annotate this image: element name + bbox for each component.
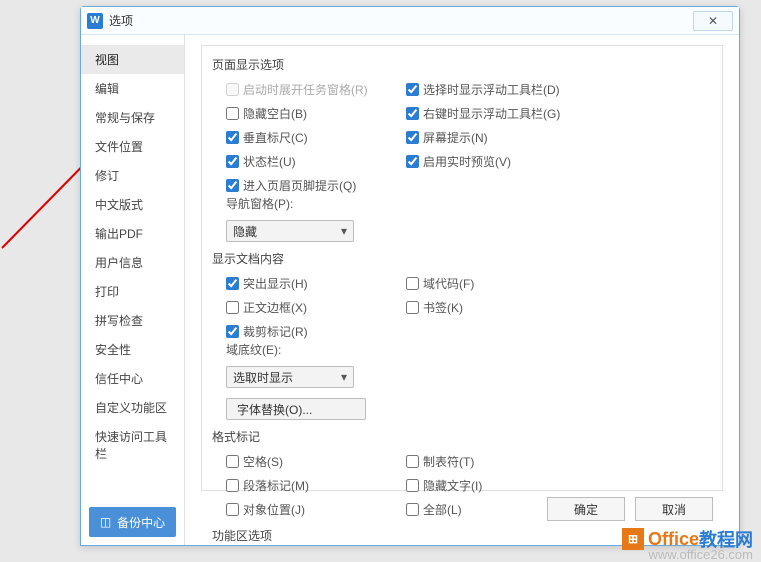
chk-sel-float-toolbar[interactable]: 选择时显示浮动工具栏(D) <box>406 79 576 99</box>
ok-button[interactable]: 确定 <box>547 497 625 521</box>
titlebar: W 选项 ✕ <box>81 7 739 35</box>
chk-space[interactable]: 空格(S) <box>226 451 406 471</box>
backup-label: 备份中心 <box>117 514 165 531</box>
options-main: 页面显示选项 启动时展开任务窗格(R) 隐藏空白(B) 垂直标尺(C) 状态栏(… <box>185 35 739 545</box>
section-doc-content: 显示文档内容 <box>212 250 712 267</box>
chk-bookmark[interactable]: 书签(K) <box>406 297 576 317</box>
font-replace-button[interactable]: 字体替换(O)... <box>226 398 366 420</box>
sidebar-item-spellcheck[interactable]: 拼写检查 <box>81 306 184 335</box>
options-dialog: W 选项 ✕ 视图 编辑 常规与保存 文件位置 修订 中文版式 输出PDF 用户… <box>80 6 740 546</box>
close-icon: ✕ <box>708 14 718 28</box>
sidebar-item-view[interactable]: 视图 <box>81 45 184 74</box>
watermark-icon: ⊞ <box>622 528 644 550</box>
cancel-button[interactable]: 取消 <box>635 497 713 521</box>
sidebar-item-security[interactable]: 安全性 <box>81 335 184 364</box>
chk-startup-taskpane[interactable]: 启动时展开任务窗格(R) <box>226 79 406 99</box>
backup-center-button[interactable]: ◫ 备份中心 <box>89 507 176 537</box>
chk-paragraph[interactable]: 段落标记(M) <box>226 475 406 495</box>
chk-status-bar[interactable]: 状态栏(U) <box>226 151 406 171</box>
chk-highlight[interactable]: 突出显示(H) <box>226 273 406 293</box>
window-title: 选项 <box>109 12 693 29</box>
sidebar-item-qat[interactable]: 快速访问工具栏 <box>81 422 184 468</box>
field-shade-label: 域底纹(E): <box>226 341 366 358</box>
field-shade-select[interactable]: 选取时显示 <box>226 366 354 388</box>
chk-tab[interactable]: 制表符(T) <box>406 451 576 471</box>
chk-vertical-ruler[interactable]: 垂直标尺(C) <box>226 127 406 147</box>
chk-text-border[interactable]: 正文边框(X) <box>226 297 406 317</box>
options-panel: 页面显示选项 启动时展开任务窗格(R) 隐藏空白(B) 垂直标尺(C) 状态栏(… <box>201 45 723 491</box>
sidebar-item-export-pdf[interactable]: 输出PDF <box>81 219 184 248</box>
close-button[interactable]: ✕ <box>693 11 733 31</box>
sidebar-item-user-info[interactable]: 用户信息 <box>81 248 184 277</box>
chk-hide-blank[interactable]: 隐藏空白(B) <box>226 103 406 123</box>
chk-header-footer-hint[interactable]: 进入页眉页脚提示(Q) <box>226 175 406 195</box>
sidebar-item-file-location[interactable]: 文件位置 <box>81 132 184 161</box>
sidebar-item-general-save[interactable]: 常规与保存 <box>81 103 184 132</box>
sidebar-item-cn-layout[interactable]: 中文版式 <box>81 190 184 219</box>
chk-live-preview[interactable]: 启用实时预览(V) <box>406 151 576 171</box>
chk-field-code[interactable]: 域代码(F) <box>406 273 576 293</box>
sidebar-item-trust-center[interactable]: 信任中心 <box>81 364 184 393</box>
backup-icon: ◫ <box>100 515 111 529</box>
app-icon: W <box>87 13 103 29</box>
chk-screen-tip[interactable]: 屏幕提示(N) <box>406 127 576 147</box>
section-format-marks: 格式标记 <box>212 428 712 445</box>
sidebar-item-revision[interactable]: 修订 <box>81 161 184 190</box>
sidebar-item-custom-ribbon[interactable]: 自定义功能区 <box>81 393 184 422</box>
chk-hidden-text[interactable]: 隐藏文字(I) <box>406 475 576 495</box>
sidebar-item-print[interactable]: 打印 <box>81 277 184 306</box>
chk-rightclick-float[interactable]: 右键时显示浮动工具栏(G) <box>406 103 576 123</box>
nav-pane-select[interactable]: 隐藏 <box>226 220 354 242</box>
category-sidebar: 视图 编辑 常规与保存 文件位置 修订 中文版式 输出PDF 用户信息 打印 拼… <box>81 35 185 545</box>
chk-object-pos[interactable]: 对象位置(J) <box>226 499 406 519</box>
chk-crop-marks[interactable]: 裁剪标记(R) <box>226 321 406 341</box>
watermark-url: www.office26.com <box>648 547 753 562</box>
sidebar-item-edit[interactable]: 编辑 <box>81 74 184 103</box>
section-page-display: 页面显示选项 <box>212 56 712 73</box>
nav-pane-label: 导航窗格(P): <box>226 195 366 212</box>
